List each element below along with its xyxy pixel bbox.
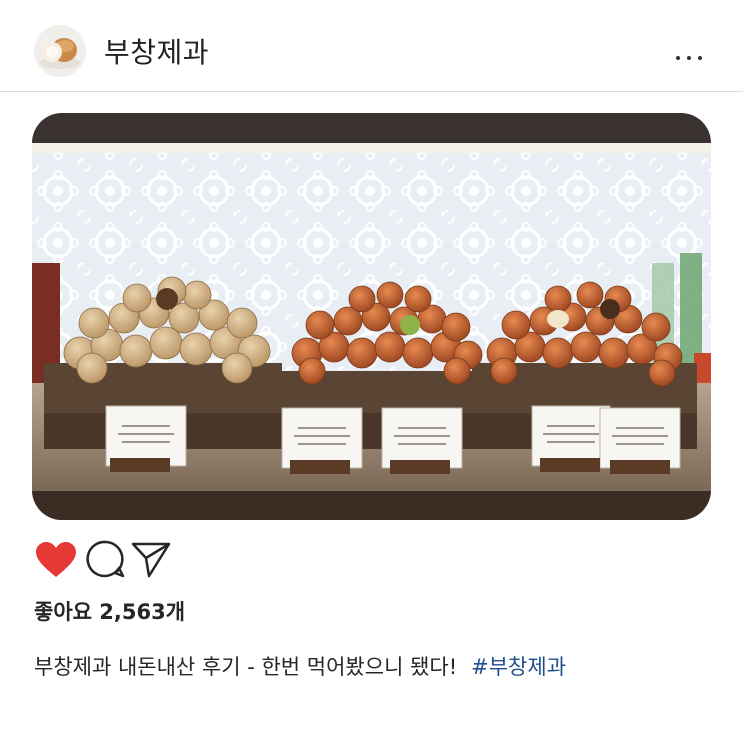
bread-icon — [40, 38, 80, 69]
comment-icon[interactable] — [86, 539, 126, 583]
post-caption: 부창제과 내돈내산 후기 - 한번 먹어봤으니 됐다! #부창제과 — [34, 651, 566, 681]
bakery-display-photo — [32, 113, 711, 520]
post-actions — [0, 530, 743, 586]
post-header: 부창제과 — [0, 0, 743, 94]
send-icon[interactable] — [130, 540, 172, 584]
post-photo[interactable] — [32, 113, 711, 520]
hashtag-link[interactable]: #부창제과 — [471, 655, 566, 679]
heart-icon[interactable] — [34, 540, 78, 584]
caption-text: 부창제과 내돈내산 후기 - 한번 먹어봤으니 됐다! — [34, 655, 458, 679]
post-username[interactable]: 부창제과 — [104, 31, 209, 71]
likes-count[interactable]: 좋아요 2,563개 — [34, 596, 185, 626]
avatar[interactable] — [34, 25, 86, 77]
more-horizontal-icon[interactable] — [672, 47, 712, 67]
header-divider — [0, 91, 743, 92]
